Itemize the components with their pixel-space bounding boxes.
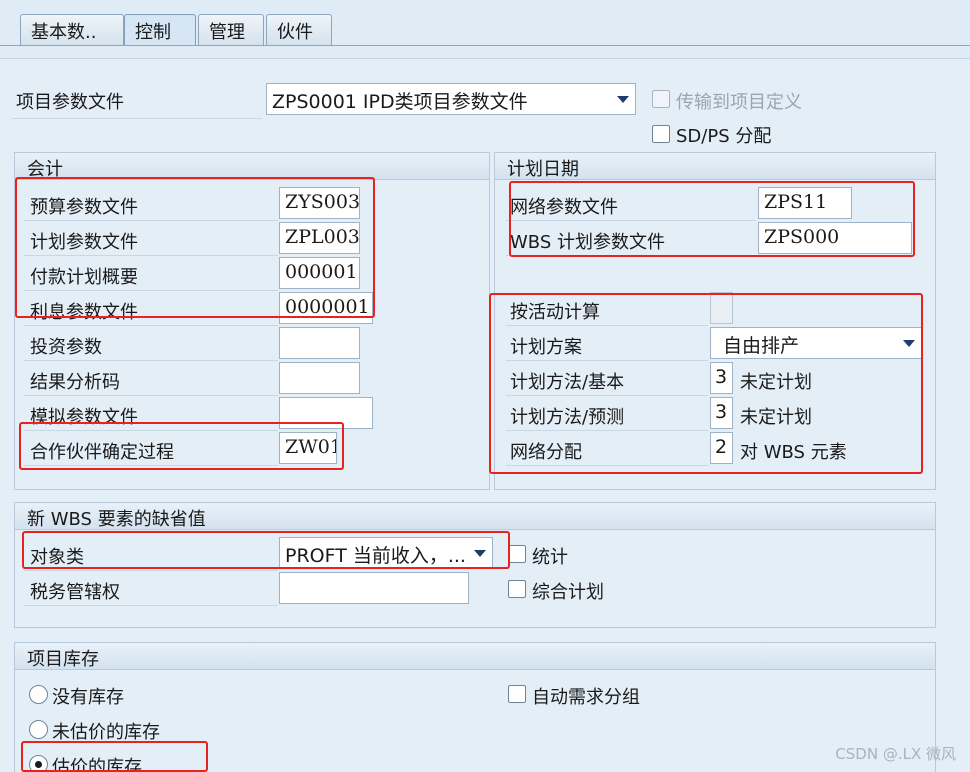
simulation-profile-field[interactable] [279, 397, 373, 429]
row-divider [506, 255, 756, 256]
plan-scheme-select[interactable]: 自由排产 [710, 327, 922, 359]
project-profile-value: ZPS0001 IPD类项目参数文件 [272, 91, 528, 113]
tab-bar: 基本数.. 控制 管理 伙件 [0, 0, 970, 48]
tab-admin[interactable]: 管理 [198, 14, 264, 46]
budget-profile-label: 预算参数文件 [30, 197, 138, 218]
auto-req-grouping-checkbox[interactable] [508, 685, 526, 703]
plan-profile-field[interactable]: ZPL003 [279, 222, 360, 254]
investment-profile-label: 投资参数 [30, 337, 102, 358]
chevron-down-icon [903, 340, 915, 347]
plan-scheme-label: 计划方案 [510, 337, 582, 358]
method-basic-text: 未定计划 [740, 372, 812, 393]
partner-procedure-label: 合作伙伴确定过程 [30, 442, 174, 463]
new-wbs-defaults-title: 新 WBS 要素的缺省值 [15, 503, 935, 530]
object-class-label: 对象类 [30, 547, 84, 568]
integrated-planning-label: 综合计划 [532, 582, 604, 603]
watermark-text: CSDN @.LX 微风 [835, 745, 956, 763]
row-divider [24, 220, 278, 221]
row-divider [24, 325, 278, 326]
no-stock-label: 没有库存 [52, 687, 124, 708]
no-stock-radio[interactable] [29, 685, 48, 704]
network-profile-label: 网络参数文件 [510, 197, 618, 218]
tab-partner[interactable]: 伙件 [266, 14, 332, 46]
tab-divider [0, 45, 970, 46]
tax-jurisdiction-field[interactable] [279, 572, 469, 604]
row-divider [506, 465, 708, 466]
row-divider [506, 360, 708, 361]
row-divider [24, 430, 278, 431]
row-divider [24, 605, 278, 606]
tax-jurisdiction-label: 税务管辖权 [30, 582, 120, 603]
method-basic-label: 计划方法/基本 [510, 372, 625, 393]
method-basic-field[interactable]: 3 [710, 362, 733, 394]
integrated-planning-checkbox[interactable] [508, 580, 526, 598]
interest-profile-field[interactable]: 0000001 [279, 292, 373, 324]
calc-by-activity-label: 按活动计算 [510, 302, 600, 323]
row-divider [506, 395, 708, 396]
statistical-checkbox[interactable] [508, 545, 526, 563]
row-divider [24, 255, 278, 256]
row-divider [506, 220, 756, 221]
payment-plan-field[interactable]: 000001 [279, 257, 360, 289]
object-class-select[interactable]: PROFT 当前收入，... [279, 537, 493, 569]
transfer-label: 传输到项目定义 [676, 92, 802, 113]
chevron-down-icon [474, 550, 486, 557]
planning-dates-title: 计划日期 [495, 153, 935, 180]
row-divider [12, 118, 262, 119]
auto-req-grouping-label: 自动需求分组 [532, 687, 640, 708]
non-valuated-stock-radio[interactable] [29, 720, 48, 739]
radio-selected-dot [35, 761, 42, 768]
calc-by-activity-checkbox[interactable] [710, 292, 733, 324]
object-class-value: PROFT 当前收入，... [285, 545, 466, 567]
project-stock-title: 项目库存 [15, 643, 935, 670]
project-profile-select[interactable]: ZPS0001 IPD类项目参数文件 [266, 83, 636, 115]
row-divider [24, 570, 278, 571]
valuated-stock-label: 估价的库存 [52, 757, 142, 772]
sdps-label: SD/PS 分配 [676, 126, 772, 147]
method-forecast-label: 计划方法/预测 [510, 407, 625, 428]
plan-profile-label: 计划参数文件 [30, 232, 138, 253]
valuated-stock-radio[interactable] [29, 755, 48, 772]
row-divider [24, 465, 278, 466]
payment-plan-label: 付款计划概要 [30, 267, 138, 288]
network-assign-field[interactable]: 2 [710, 432, 733, 464]
sdps-checkbox[interactable] [652, 125, 670, 143]
chevron-down-icon [617, 96, 629, 103]
interest-profile-label: 利息参数文件 [30, 302, 138, 323]
network-assign-label: 网络分配 [510, 442, 582, 463]
budget-profile-field[interactable]: ZYS003 [279, 187, 360, 219]
network-profile-field[interactable]: ZPS11 [758, 187, 852, 219]
statistical-label: 统计 [532, 547, 568, 568]
non-valuated-stock-label: 未估价的库存 [52, 722, 160, 743]
project-profile-label: 项目参数文件 [16, 92, 124, 113]
network-assign-text: 对 WBS 元素 [740, 442, 847, 463]
result-analysis-field[interactable] [279, 362, 360, 394]
method-forecast-field[interactable]: 3 [710, 397, 733, 429]
row-divider [24, 395, 278, 396]
wbs-profile-label: WBS 计划参数文件 [510, 232, 665, 253]
row-divider [24, 290, 278, 291]
row-divider [506, 430, 708, 431]
tab-control[interactable]: 控制 [124, 14, 196, 46]
transfer-checkbox[interactable] [652, 90, 670, 108]
tab-basic-data[interactable]: 基本数.. [20, 14, 124, 46]
investment-profile-field[interactable] [279, 327, 360, 359]
result-analysis-label: 结果分析码 [30, 372, 120, 393]
partner-procedure-field[interactable]: ZW01 [279, 432, 337, 464]
row-divider [24, 360, 278, 361]
plan-scheme-value: 自由排产 [723, 335, 800, 357]
method-forecast-text: 未定计划 [740, 407, 812, 428]
project-stock-group: 项目库存 [14, 642, 936, 772]
row-divider [506, 325, 708, 326]
accounting-title: 会计 [15, 153, 489, 180]
simulation-profile-label: 模拟参数文件 [30, 407, 138, 428]
wbs-profile-field[interactable]: ZPS000 [758, 222, 912, 254]
